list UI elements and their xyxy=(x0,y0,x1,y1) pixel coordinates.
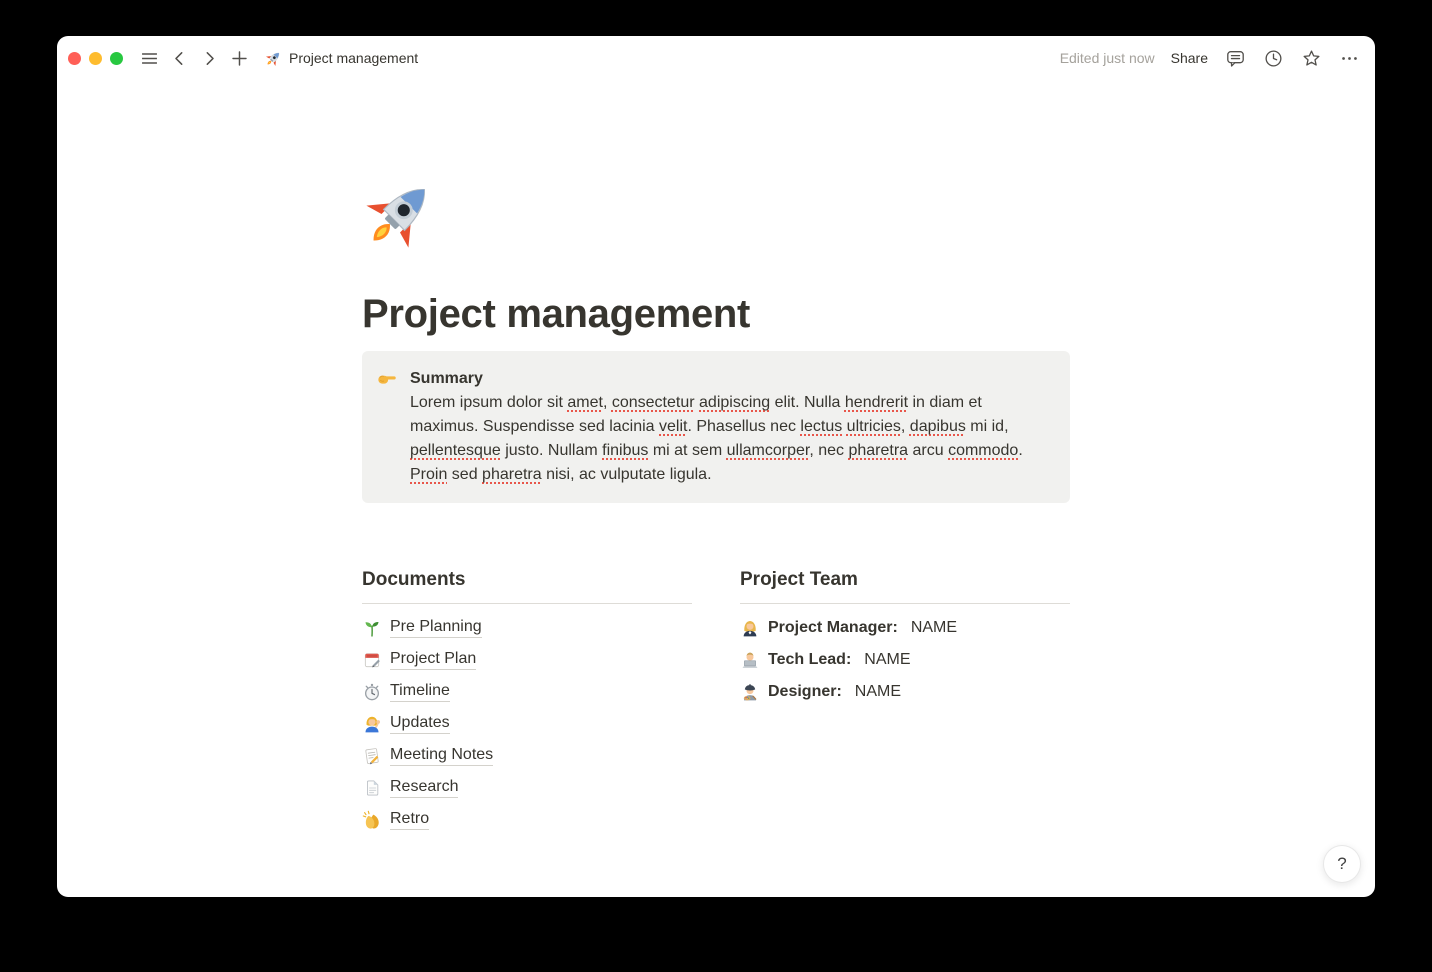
breadcrumb[interactable]: Project management xyxy=(265,50,418,67)
callout-body: Summary Lorem ipsum dolor sit amet, cons… xyxy=(410,367,1054,487)
sidebar-menu-button[interactable] xyxy=(138,47,160,69)
breadcrumb-title: Project management xyxy=(289,50,418,66)
list-item: Pre Planning xyxy=(362,612,692,644)
callout-heading: Summary xyxy=(410,367,1054,391)
two-column-layout: Documents Pre Planning Project Plan xyxy=(362,567,1070,836)
doc-link-project-plan[interactable]: Project Plan xyxy=(390,650,476,670)
list-item: Timeline xyxy=(362,676,692,708)
seedling-icon xyxy=(362,618,382,638)
team-name: NAME xyxy=(855,683,901,701)
technologist-icon xyxy=(740,650,760,670)
star-icon xyxy=(1301,48,1322,69)
doc-link-research[interactable]: Research xyxy=(390,778,458,798)
list-item: Project Plan xyxy=(362,644,692,676)
woman-office-worker-icon xyxy=(740,618,760,638)
documents-heading[interactable]: Documents xyxy=(362,567,692,593)
memo-icon xyxy=(362,746,382,766)
notion-window: Project management Edited just now Share xyxy=(57,36,1375,897)
forward-button[interactable] xyxy=(198,47,220,69)
person-tipping-hand-icon xyxy=(362,714,382,734)
list-item: Retro xyxy=(362,804,692,836)
zoom-window-button[interactable] xyxy=(110,52,123,65)
clapping-hands-icon xyxy=(362,810,382,830)
pointing-right-icon xyxy=(376,368,398,390)
list-item: Research xyxy=(362,772,692,804)
rocket-icon xyxy=(265,50,282,67)
edited-status: Edited just now xyxy=(1060,50,1155,66)
calendar-icon xyxy=(362,650,382,670)
ellipsis-icon xyxy=(1339,48,1360,69)
doc-link-pre-planning[interactable]: Pre Planning xyxy=(390,618,482,638)
history-button[interactable] xyxy=(1262,47,1284,69)
page-icon xyxy=(362,778,382,798)
titlebar-nav xyxy=(138,47,250,69)
list-item[interactable]: Designer: NAME xyxy=(740,676,1070,708)
titlebar-actions: Edited just now Share xyxy=(1060,47,1360,69)
team-column: Project Team Project Manager: NAME Tech … xyxy=(740,567,1070,836)
page-emoji-rocket[interactable] xyxy=(362,176,438,252)
chevron-right-icon xyxy=(199,48,220,69)
team-name: NAME xyxy=(911,619,957,637)
more-options-button[interactable] xyxy=(1338,47,1360,69)
close-window-button[interactable] xyxy=(68,52,81,65)
stopwatch-icon xyxy=(362,682,382,702)
comment-icon xyxy=(1225,48,1246,69)
callout-emoji xyxy=(376,368,398,390)
summary-callout[interactable]: Summary Lorem ipsum dolor sit amet, cons… xyxy=(362,351,1070,503)
list-item[interactable]: Tech Lead: NAME xyxy=(740,644,1070,676)
team-role: Tech Lead: xyxy=(768,651,851,669)
back-button[interactable] xyxy=(168,47,190,69)
callout-paragraph: Lorem ipsum dolor sit amet, consectetur … xyxy=(410,391,1054,487)
doc-link-updates[interactable]: Updates xyxy=(390,714,450,734)
team-list: Project Manager: NAME Tech Lead: NAME De… xyxy=(740,604,1070,708)
traffic-lights xyxy=(68,52,123,65)
documents-list: Pre Planning Project Plan Timeline xyxy=(362,604,692,836)
team-heading[interactable]: Project Team xyxy=(740,567,1070,593)
team-role: Designer: xyxy=(768,683,842,701)
favorite-button[interactable] xyxy=(1300,47,1322,69)
titlebar: Project management Edited just now Share xyxy=(57,36,1375,80)
team-role: Project Manager: xyxy=(768,619,898,637)
team-name: NAME xyxy=(864,651,910,669)
plus-icon xyxy=(229,48,250,69)
page-title[interactable]: Project management xyxy=(362,290,1070,338)
comments-button[interactable] xyxy=(1224,47,1246,69)
new-page-button[interactable] xyxy=(228,47,250,69)
doc-link-retro[interactable]: Retro xyxy=(390,810,429,830)
rocket-icon xyxy=(362,176,438,252)
page-content: Project management Summary Lorem ipsum d… xyxy=(57,80,1375,897)
documents-column: Documents Pre Planning Project Plan xyxy=(362,567,692,836)
clock-icon xyxy=(1263,48,1284,69)
artist-icon xyxy=(740,682,760,702)
list-item[interactable]: Project Manager: NAME xyxy=(740,612,1070,644)
hamburger-icon xyxy=(139,48,160,69)
chevron-left-icon xyxy=(169,48,190,69)
list-item: Updates xyxy=(362,708,692,740)
doc-link-timeline[interactable]: Timeline xyxy=(390,682,450,702)
help-button[interactable]: ? xyxy=(1323,845,1361,883)
list-item: Meeting Notes xyxy=(362,740,692,772)
doc-link-meeting-notes[interactable]: Meeting Notes xyxy=(390,746,493,766)
share-button[interactable]: Share xyxy=(1171,50,1208,66)
minimize-window-button[interactable] xyxy=(89,52,102,65)
